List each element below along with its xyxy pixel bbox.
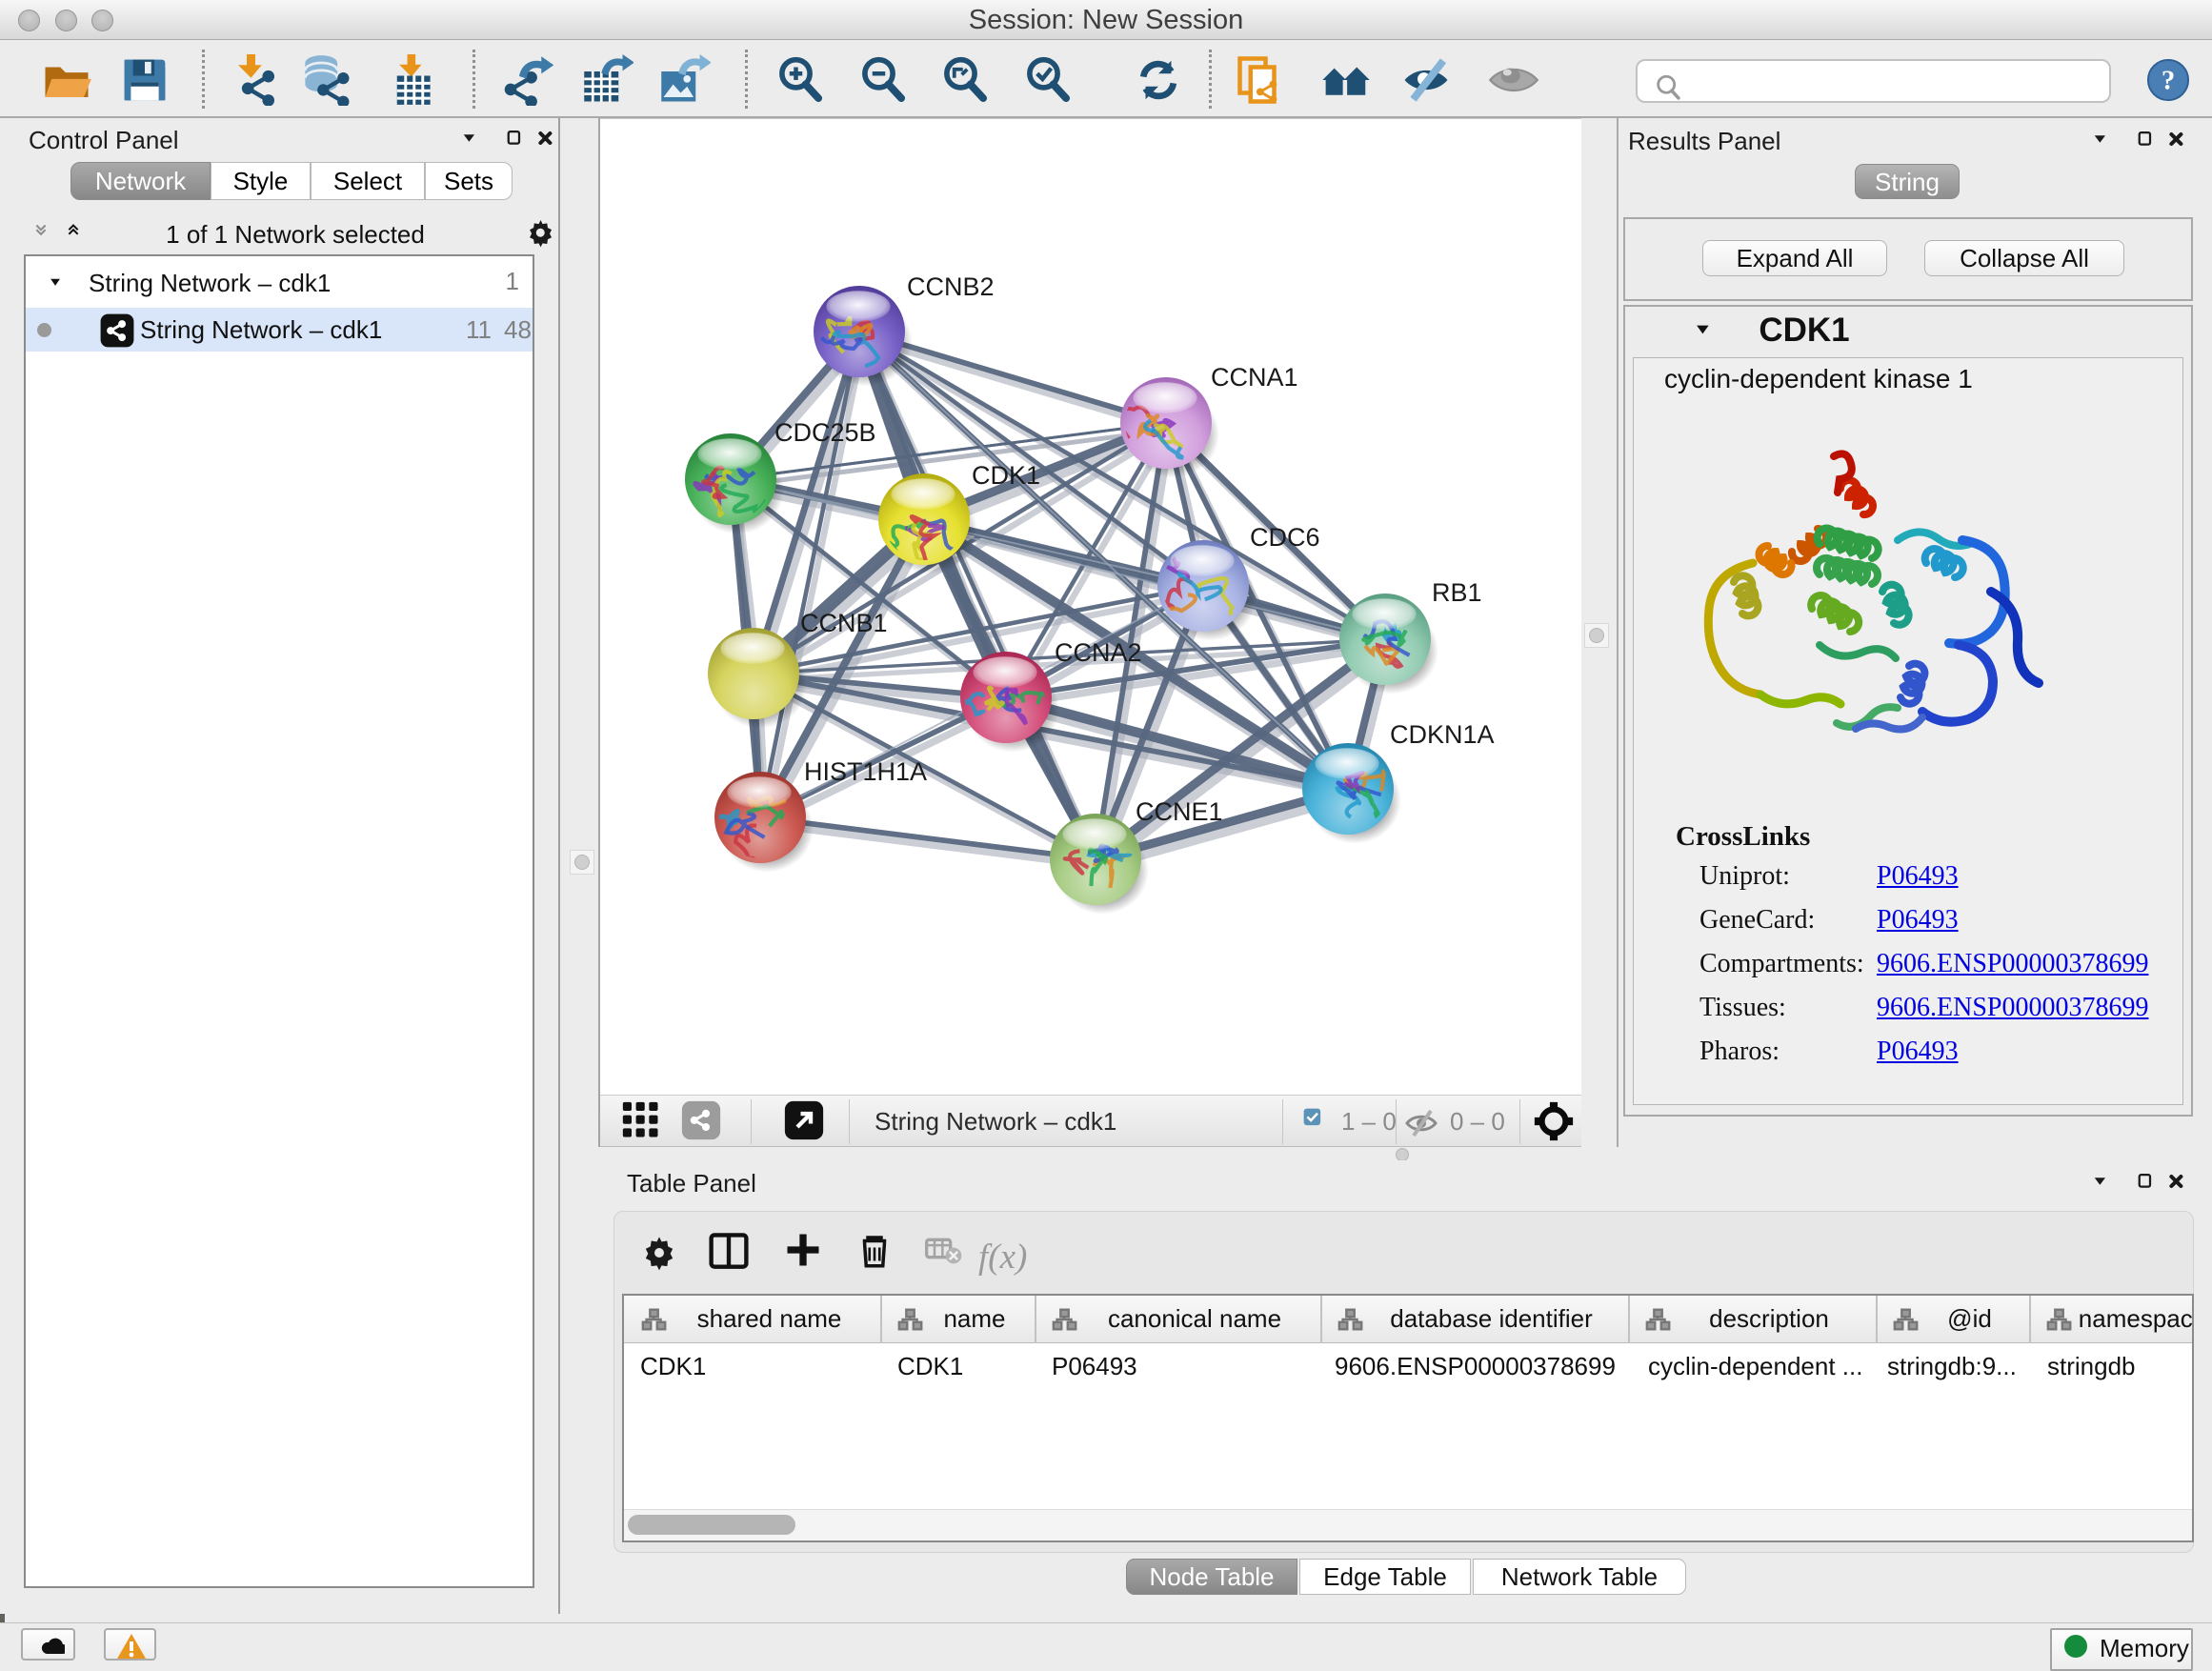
svg-text:CCNA1: CCNA1 (1211, 363, 1298, 392)
svg-text:HIST1H1A: HIST1H1A (804, 757, 927, 786)
svg-text:CDC25B: CDC25B (774, 418, 876, 447)
svg-text:CCNA2: CCNA2 (1055, 638, 1142, 667)
svg-text:?: ? (2162, 66, 2175, 96)
svg-text:CDC6: CDC6 (1250, 523, 1320, 552)
svg-text:CCNB2: CCNB2 (907, 272, 995, 301)
svg-text:RB1: RB1 (1432, 578, 1482, 607)
svg-text:CCNB1: CCNB1 (800, 609, 888, 637)
svg-text:CDKN1A: CDKN1A (1390, 720, 1495, 749)
svg-text:CCNE1: CCNE1 (1136, 797, 1223, 826)
svg-text:CDK1: CDK1 (972, 461, 1040, 490)
